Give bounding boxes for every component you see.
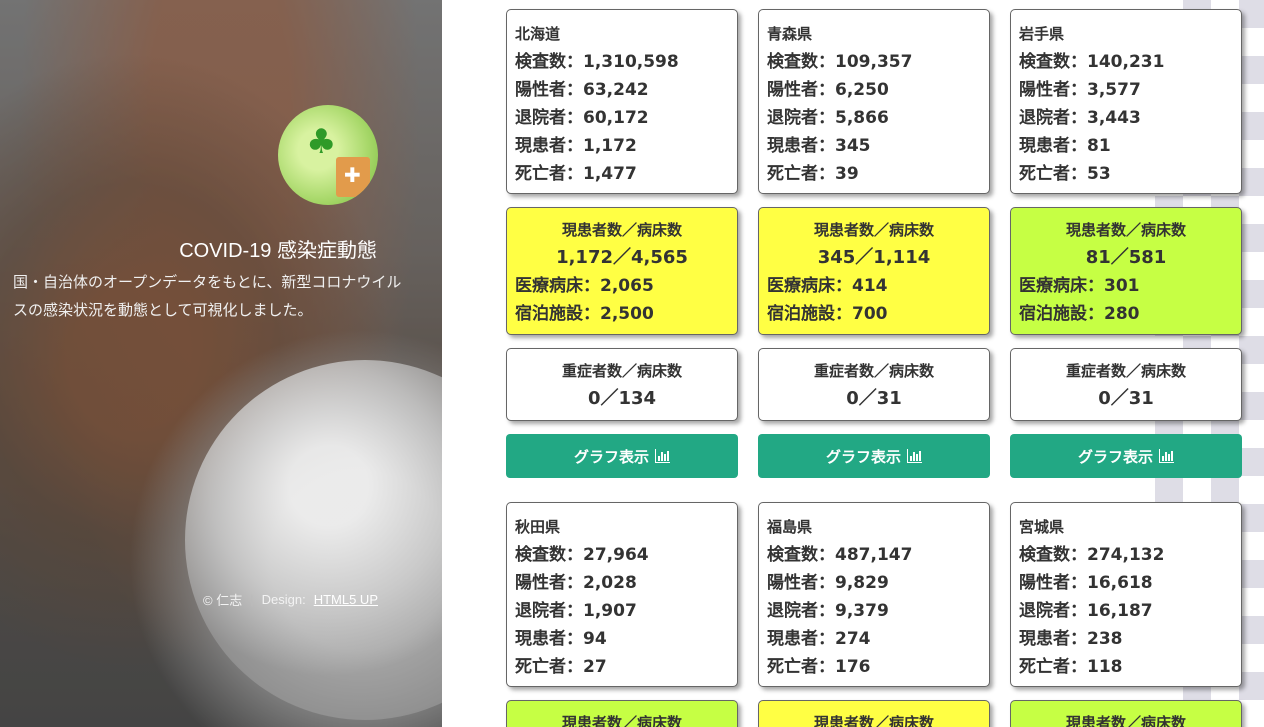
- sidebar: ♣ ✚ COVID-19 感染症動態 国・自治体のオープンデータをもとに、新型コ…: [0, 0, 442, 727]
- discharged-count: 退院者：16,187: [1019, 601, 1153, 621]
- stats-card: 秋田県 検査数：27,964 陽性者：2,028 退院者：1,907 現患者：9…: [506, 502, 738, 687]
- prefecture-name: 宮城県: [1019, 518, 1065, 536]
- beds-header: 現患者数／病床数: [1065, 714, 1186, 727]
- severe-ratio: 0／31: [846, 388, 902, 409]
- prefecture-column: 北海道 検査数：1,310,598 陽性者：63,242 退院者：60,172 …: [506, 9, 738, 727]
- severe-card: 重症者数／病床数 0／134: [506, 348, 738, 421]
- hospital-beds: 医療病床：414: [767, 276, 888, 296]
- current-patients-count: 現患者：81: [1019, 136, 1111, 156]
- beds-card: 現患者数／病床数 345／1,114 医療病床：414 宿泊施設：700: [758, 207, 990, 335]
- deaths-count: 死亡者：1,477: [515, 164, 637, 184]
- hospital-beds: 医療病床：2,065: [515, 276, 654, 296]
- severe-card: 重症者数／病床数 0／31: [758, 348, 990, 421]
- prefecture-column: 青森県 検査数：109,357 陽性者：6,250 退院者：5,866 現患者：…: [758, 9, 990, 727]
- beds-header: 現患者数／病床数: [561, 714, 682, 727]
- discharged-count: 退院者：3,443: [1019, 108, 1141, 128]
- deaths-count: 死亡者：27: [515, 657, 607, 677]
- stats-card: 福島県 検査数：487,147 陽性者：9,829 退院者：9,379 現患者：…: [758, 502, 990, 687]
- beds-ratio: 81／581: [1085, 247, 1167, 268]
- discharged-count: 退院者：5,866: [767, 108, 889, 128]
- prefecture-grid: 北海道 検査数：1,310,598 陽性者：63,242 退院者：60,172 …: [506, 9, 1242, 727]
- tests-count: 検査数：140,231: [1019, 52, 1165, 72]
- prefecture-name: 北海道: [515, 25, 561, 43]
- deaths-count: 死亡者：176: [767, 657, 871, 677]
- graph-button[interactable]: グラフ表示: [1010, 434, 1242, 478]
- graph-button[interactable]: グラフ表示: [758, 434, 990, 478]
- beds-card: 現患者数／病床数: [1010, 700, 1242, 727]
- beds-header: 現患者数／病床数: [813, 714, 934, 727]
- bar-chart-icon: [655, 449, 670, 463]
- severe-ratio: 0／31: [1098, 388, 1154, 409]
- stats-card: 青森県 検査数：109,357 陽性者：6,250 退院者：5,866 現患者：…: [758, 9, 990, 194]
- beds-card: 現患者数／病床数: [758, 700, 990, 727]
- current-patients-count: 現患者：274: [767, 629, 871, 649]
- discharged-count: 退院者：9,379: [767, 601, 889, 621]
- positives-count: 陽性者：16,618: [1019, 573, 1153, 593]
- positives-count: 陽性者：6,250: [767, 80, 889, 100]
- prefecture-name: 岩手県: [1019, 25, 1065, 43]
- discharged-count: 退院者：60,172: [515, 108, 649, 128]
- beds-header: 現患者数／病床数: [1065, 221, 1186, 239]
- tests-count: 検査数：487,147: [767, 545, 913, 565]
- bar-chart-icon: [907, 449, 922, 463]
- beds-card: 現患者数／病床数 1,172／4,565 医療病床：2,065 宿泊施設：2,5…: [506, 207, 738, 335]
- current-patients-count: 現患者：238: [1019, 629, 1123, 649]
- main-content: 北海道 検査数：1,310,598 陽性者：63,242 退院者：60,172 …: [442, 0, 1264, 727]
- lodging-facilities: 宿泊施設：700: [767, 304, 888, 324]
- deaths-count: 死亡者：118: [1019, 657, 1123, 677]
- prefecture-column: 岩手県 検査数：140,231 陽性者：3,577 退院者：3,443 現患者：…: [1010, 9, 1242, 727]
- site-title: COVID-19 感染症動態: [179, 240, 377, 262]
- stats-card: 宮城県 検査数：274,132 陽性者：16,618 退院者：16,187 現患…: [1010, 502, 1242, 687]
- beds-ratio: 345／1,114: [817, 247, 931, 268]
- footer-divider: |: [250, 592, 254, 607]
- html5up-link[interactable]: HTML5 UP: [314, 592, 378, 607]
- positives-count: 陽性者：3,577: [1019, 80, 1141, 100]
- graph-button-label: グラフ表示: [825, 447, 901, 466]
- prefecture-name: 秋田県: [515, 518, 561, 536]
- tests-count: 検査数：274,132: [1019, 545, 1165, 565]
- beds-header: 現患者数／病床数: [561, 221, 682, 239]
- severe-ratio: 0／134: [587, 388, 657, 409]
- positives-count: 陽性者：63,242: [515, 80, 649, 100]
- positives-count: 陽性者：9,829: [767, 573, 889, 593]
- severe-card: 重症者数／病床数 0／31: [1010, 348, 1242, 421]
- prefecture-name: 福島県: [767, 518, 813, 536]
- severe-header: 重症者数／病床数: [813, 362, 934, 380]
- discharged-count: 退院者：1,907: [515, 601, 637, 621]
- cross-icon: ✚: [344, 163, 361, 187]
- tests-count: 検査数：109,357: [767, 52, 913, 72]
- design-label: Design:: [261, 592, 306, 607]
- graph-button-label: グラフ表示: [573, 447, 649, 466]
- sidebar-footer: © 仁志 | Design: HTML5 UP: [203, 590, 378, 609]
- beds-ratio: 1,172／4,565: [556, 247, 688, 268]
- copyright-text: © 仁志: [203, 593, 243, 608]
- globe-background-image: [185, 360, 442, 720]
- avatar: ♣ ✚: [278, 105, 378, 205]
- beds-header: 現患者数／病床数: [813, 221, 934, 239]
- beds-card: 現患者数／病床数 81／581 医療病床：301 宿泊施設：280: [1010, 207, 1242, 335]
- site-description: 国・自治体のオープンデータをもとに、新型コロナウイルスの感染状況を動態として可視…: [13, 273, 402, 319]
- hospital-beds: 医療病床：301: [1019, 276, 1140, 296]
- clover-icon: ♣: [306, 122, 337, 162]
- beds-card: 現患者数／病床数: [506, 700, 738, 727]
- graph-button[interactable]: グラフ表示: [506, 434, 738, 478]
- positives-count: 陽性者：2,028: [515, 573, 637, 593]
- bar-chart-icon: [1159, 449, 1174, 463]
- lodging-facilities: 宿泊施設：280: [1019, 304, 1140, 324]
- current-patients-count: 現患者：94: [515, 629, 607, 649]
- current-patients-count: 現患者：345: [767, 136, 871, 156]
- deaths-count: 死亡者：53: [1019, 164, 1111, 184]
- tests-count: 検査数：1,310,598: [515, 52, 679, 72]
- stats-card: 北海道 検査数：1,310,598 陽性者：63,242 退院者：60,172 …: [506, 9, 738, 194]
- deaths-count: 死亡者：39: [767, 164, 859, 184]
- lodging-facilities: 宿泊施設：2,500: [515, 304, 654, 324]
- stats-card: 岩手県 検査数：140,231 陽性者：3,577 退院者：3,443 現患者：…: [1010, 9, 1242, 194]
- tests-count: 検査数：27,964: [515, 545, 649, 565]
- current-patients-count: 現患者：1,172: [515, 136, 637, 156]
- prefecture-name: 青森県: [767, 25, 813, 43]
- severe-header: 重症者数／病床数: [561, 362, 682, 380]
- graph-button-label: グラフ表示: [1077, 447, 1153, 466]
- severe-header: 重症者数／病床数: [1065, 362, 1186, 380]
